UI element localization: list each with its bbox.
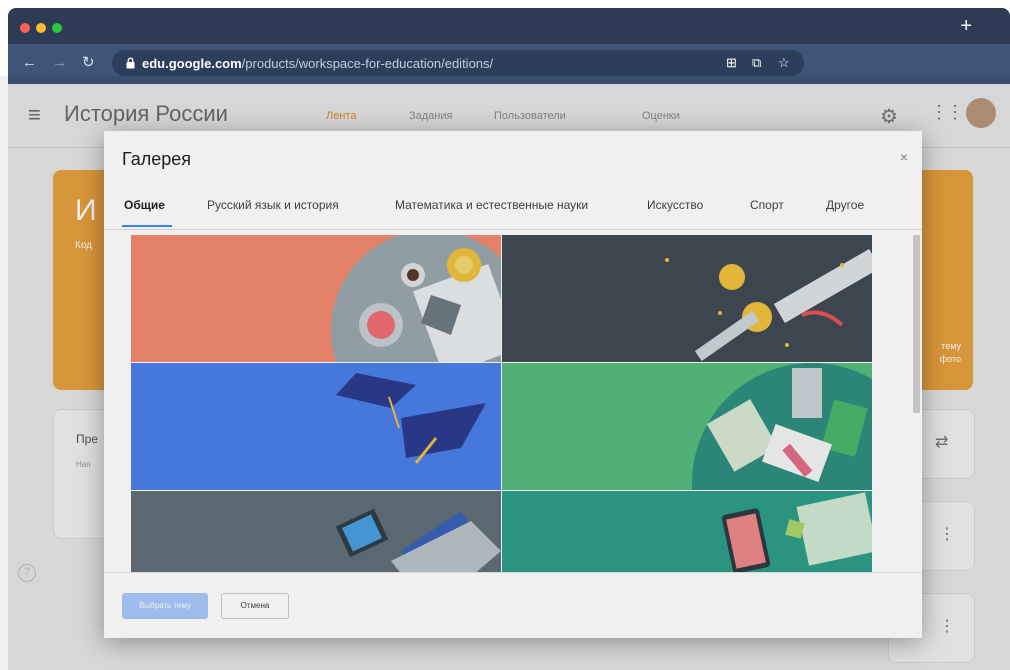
tab-math-science[interactable]: Математика и естественные науки xyxy=(395,198,588,212)
reload-icon[interactable]: ↻ xyxy=(82,54,95,72)
tab-grades[interactable]: Оценки xyxy=(642,110,680,122)
hamburger-menu-icon[interactable]: ≡ xyxy=(28,102,41,128)
gallery-dialog: Галерея × Общие Русский язык и история М… xyxy=(104,131,922,638)
new-tab-button[interactable]: + xyxy=(960,16,972,36)
repost-icon[interactable]: ⇄ xyxy=(935,432,948,452)
banner-side-text: тему фото xyxy=(939,341,961,364)
translate-icon[interactable]: ⧉ xyxy=(752,55,761,71)
dialog-title: Галерея xyxy=(122,149,192,169)
dialog-footer: Выбрать тему Отмена xyxy=(104,572,922,638)
theme-diploma-coins[interactable] xyxy=(502,235,872,362)
tab-divider xyxy=(104,229,922,230)
browser-titlebar: + xyxy=(8,8,1010,44)
close-icon[interactable]: × xyxy=(900,149,908,165)
lock-icon xyxy=(126,57,135,69)
theme-graduation-caps[interactable] xyxy=(131,363,501,490)
maximize-window-button[interactable] xyxy=(52,23,62,33)
address-bar: ← → ↻ edu.google.com/products/workspace-… xyxy=(8,44,1010,84)
tab-sport[interactable]: Спорт xyxy=(750,198,784,212)
bookmark-star-icon[interactable]: ☆ xyxy=(778,55,790,71)
minimize-window-button[interactable] xyxy=(36,23,46,33)
banner-class-code: Код xyxy=(75,240,93,251)
tab-art[interactable]: Искусство xyxy=(647,198,703,212)
select-theme-button[interactable]: Выбрать тему xyxy=(122,593,208,619)
scrollbar[interactable] xyxy=(913,235,920,413)
gear-icon[interactable]: ⚙ xyxy=(880,104,898,129)
avatar[interactable] xyxy=(966,98,996,128)
theme-phone-notes[interactable] xyxy=(502,491,872,573)
url-field[interactable]: edu.google.com/products/workspace-for-ed… xyxy=(112,50,804,76)
back-arrow-icon[interactable]: ← xyxy=(22,54,37,72)
theme-coffee-newspaper[interactable] xyxy=(131,235,501,362)
theme-laptop-tablet[interactable] xyxy=(131,491,501,573)
close-window-button[interactable] xyxy=(20,23,30,33)
course-title: История России xyxy=(64,101,228,126)
help-icon[interactable]: ? xyxy=(18,564,36,582)
more-vert-icon[interactable]: ⋮ xyxy=(939,616,955,636)
qr-code-icon[interactable]: ⊞ xyxy=(726,55,737,71)
active-tab-indicator xyxy=(122,225,172,227)
tab-classwork[interactable]: Задания xyxy=(409,110,452,122)
tab-stream[interactable]: Лента xyxy=(326,110,356,122)
tab-people[interactable]: Пользователи xyxy=(494,110,566,122)
more-vert-icon[interactable]: ⋮ xyxy=(939,524,955,544)
banner-title: И xyxy=(75,194,97,227)
upcoming-card-subtitle: Нап xyxy=(76,460,91,469)
upcoming-card-title: Пре xyxy=(76,432,98,446)
forward-arrow-icon[interactable]: → xyxy=(52,54,67,72)
theme-grid xyxy=(131,235,872,573)
theme-books[interactable] xyxy=(502,363,872,490)
tab-russian-history[interactable]: Русский язык и история xyxy=(207,198,339,212)
tab-other[interactable]: Другое xyxy=(826,198,864,212)
cancel-button[interactable]: Отмена xyxy=(221,593,289,619)
url-text: edu.google.com/products/workspace-for-ed… xyxy=(142,56,494,71)
tab-general[interactable]: Общие xyxy=(124,198,165,212)
